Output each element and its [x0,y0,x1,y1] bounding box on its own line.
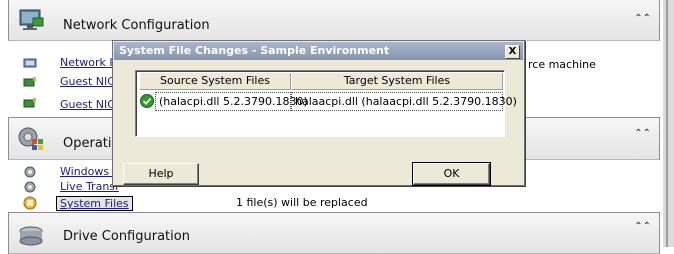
gear-icon [24,166,36,178]
table-cell-target[interactable]: halaacpi.dll (halaacpi.dll 5.2.3790.1830… [291,92,517,111]
section-title: Network Configuration [63,18,210,33]
dialog-title-bar[interactable]: System File Changes - Sample Environment… [114,42,523,60]
system-file-changes-dialog: System File Changes - Sample Environment… [112,40,525,186]
link-network-identity[interactable]: Network Id [60,56,120,69]
section-drive-configuration[interactable]: Drive Configuration ⌃⌃ [8,212,660,254]
collapse-chevron-icon[interactable]: ⌃⌃ [634,128,651,139]
ok-button[interactable]: OK [412,162,491,186]
close-icon[interactable]: X [505,45,520,59]
column-header-source[interactable]: Source System Files [140,73,291,90]
network-config-icon [19,9,44,30]
network-adapter-icon [23,58,37,68]
link-guest-nic-2[interactable]: Guest NIC [60,98,115,111]
nic-icon [23,77,36,87]
section-title: Drive Configuration [63,229,190,244]
main-panel: Network Configuration ⌃⌃ Network Id Gues… [0,0,674,254]
link-system-files[interactable]: System Files [56,196,133,211]
column-header-target[interactable]: Target System Files [292,73,503,90]
drive-icon [19,226,43,246]
collapse-chevron-icon[interactable]: ⌃⌃ [634,13,651,24]
link-windows-settings[interactable]: Windows S [60,165,120,178]
system-files-status: 1 file(s) will be replaced [236,196,368,209]
help-button[interactable]: Help [123,163,199,185]
link-guest-nic-1[interactable]: Guest NIC [60,75,115,88]
table-cell-source[interactable]: (halacpi.dll 5.2.3790.1830) [155,92,308,111]
scrollbar-edge [663,0,674,247]
gear-icon [24,181,36,193]
nic-icon [23,98,36,108]
section-network-configuration[interactable]: Network Configuration ⌃⌃ [8,0,660,41]
dialog-title: System File Changes - Sample Environment [119,44,390,57]
system-files-icon [23,196,37,210]
file-changes-list[interactable]: Source System Files Target System Files … [135,70,517,137]
network-detail-text: rce machine [528,58,596,71]
collapse-chevron-icon[interactable]: ⌃⌃ [634,221,651,232]
link-live-transfer[interactable]: Live Transf [60,180,119,193]
operating-system-icon [18,127,43,150]
check-icon [140,94,154,108]
